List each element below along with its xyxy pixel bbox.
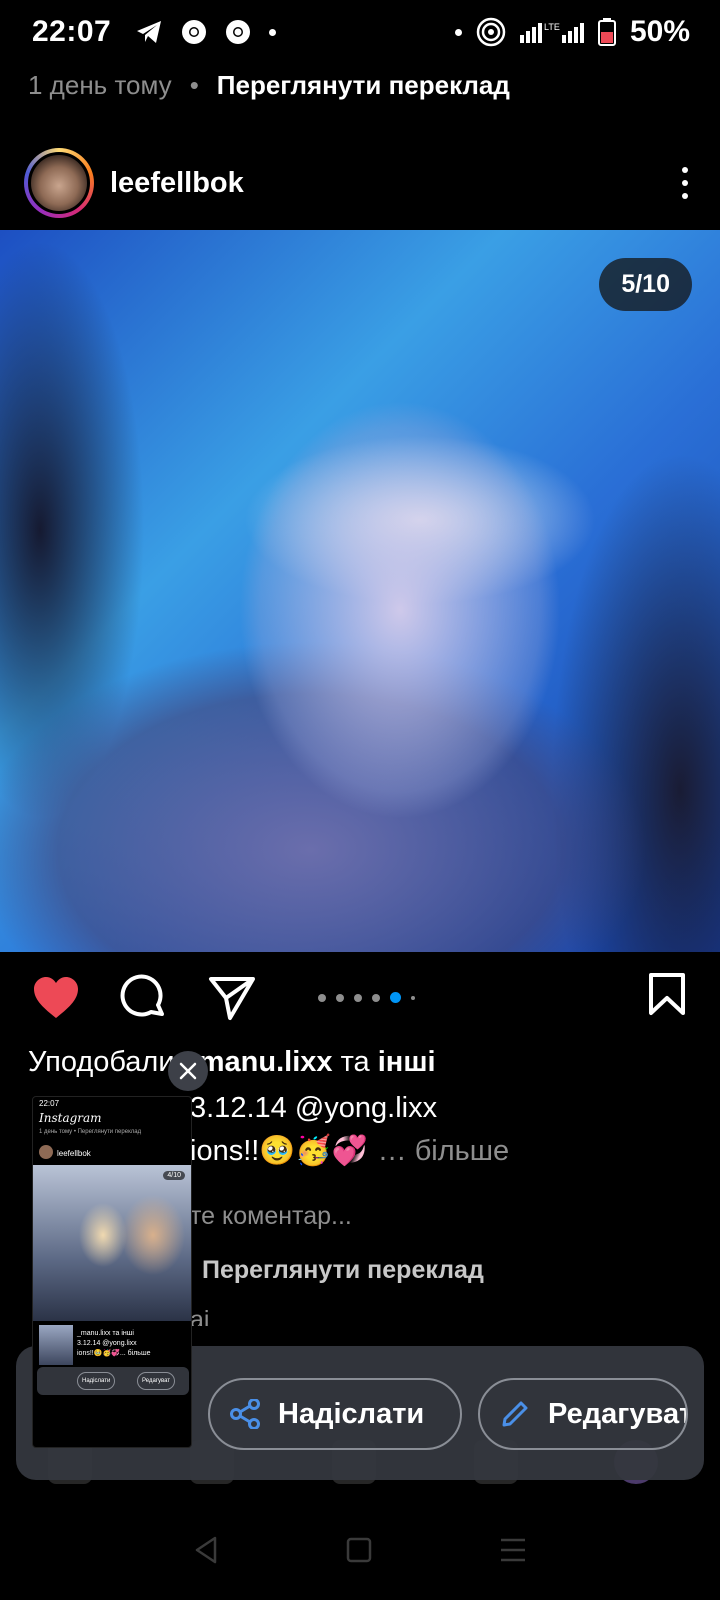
carousel-counter: 5/10 (599, 258, 692, 311)
thumb-avatar (39, 1145, 53, 1159)
thumb-mini-image (39, 1325, 73, 1365)
more-notifications-icon (269, 28, 277, 36)
chrome-icon (182, 20, 207, 44)
thumb-caption-a: _manu.lixx та інші (77, 1330, 134, 1337)
add-comment-input[interactable]: те коментар... (190, 1202, 352, 1231)
send-label: Надіслати (278, 1397, 425, 1430)
thumb-caption-c: ions!!🥹🥳💞... більше (77, 1350, 151, 1357)
likes-others[interactable]: інші (378, 1046, 436, 1078)
back-icon[interactable] (193, 1536, 219, 1564)
thumb-counter: 4/10 (163, 1171, 185, 1180)
post-username[interactable]: leefellbok (110, 167, 244, 200)
carousel-dot (411, 995, 415, 1000)
edit-button[interactable]: Редагуват (478, 1378, 688, 1450)
more-link[interactable]: … більше (378, 1135, 510, 1168)
signal-icon: LTE (519, 22, 584, 43)
home-button-icon[interactable] (346, 1537, 372, 1563)
carousel-dot (372, 993, 380, 1002)
previous-post-meta: 1 день тому • Переглянути переклад (28, 70, 510, 101)
caption-line-2: ions!!🥹🥳💞 … більше (190, 1134, 509, 1168)
close-thumbnail-icon[interactable] (168, 1051, 208, 1091)
carousel-dot (336, 993, 344, 1002)
thumb-edit-label: Редагуват (137, 1372, 176, 1390)
truncated-text: ai (190, 1306, 210, 1326)
caption-text: ions!!🥹🥳💞 (190, 1135, 368, 1167)
notification-icons (135, 19, 277, 45)
carousel-dot (318, 993, 326, 1002)
status-bar: 22:07 LTE 50% (0, 0, 720, 64)
edit-label: Редагуват (548, 1397, 688, 1430)
system-navigation-bar (0, 1500, 720, 1600)
avatar (28, 152, 90, 214)
telegram-icon (137, 21, 162, 43)
thumb-send-label: Надіслати (77, 1372, 116, 1390)
status-right: LTE 50% (454, 15, 690, 49)
likes-conjunction: та (340, 1046, 370, 1078)
thumb-status-time: 22:07 (39, 1099, 60, 1108)
thumb-photo (33, 1165, 191, 1321)
post-header: leefellbok (0, 140, 720, 226)
bookmark-icon[interactable] (648, 972, 686, 1021)
screenshot-thumbnail[interactable]: 22:07 Instagram 1 день тому • Переглянут… (32, 1096, 192, 1448)
caption-line-1: 3.12.14 @yong.lixx (190, 1092, 438, 1124)
post-photo[interactable]: 5/10 (0, 230, 720, 952)
battery-icon (597, 18, 616, 46)
thumb-username: leefellbok (57, 1149, 91, 1158)
thumb-brand: Instagram (39, 1111, 102, 1125)
see-translation-link[interactable]: Переглянути переклад (217, 70, 510, 101)
send-button[interactable]: Надіслати (208, 1378, 462, 1450)
avatar-story-ring[interactable] (24, 148, 94, 218)
network-type: LTE (544, 22, 560, 32)
time-ago: 1 день тому (28, 70, 172, 100)
carousel-dots (318, 992, 415, 1003)
status-time: 22:07 (32, 15, 112, 48)
chrome-icon (226, 20, 251, 44)
notification-dot-icon (454, 28, 462, 36)
like-heart-icon[interactable] (30, 972, 82, 1024)
hotspot-icon (476, 17, 506, 47)
likes-prefix: Уподобали (28, 1046, 175, 1078)
thumb-caption-b: 3.12.14 @yong.lixx (77, 1340, 137, 1347)
carousel-dot (354, 993, 362, 1002)
separator: • (189, 70, 199, 100)
thumb-subline: 1 день тому • Переглянути переклад (39, 1129, 142, 1135)
battery-percent: 50% (629, 15, 690, 48)
recents-icon[interactable] (499, 1537, 527, 1563)
pencil-icon (500, 1399, 530, 1429)
thumb-caption: _manu.lixx та інші 3.12.14 @yong.lixx io… (77, 1329, 150, 1359)
more-options-icon[interactable] (682, 167, 688, 199)
comment-icon[interactable] (118, 972, 170, 1024)
share-nodes-icon (230, 1399, 260, 1429)
likes-line[interactable]: Уподобали _manu.lixx та інші (28, 1046, 436, 1079)
share-send-icon[interactable] (206, 972, 258, 1024)
see-translation-link[interactable]: Переглянути переклад (202, 1256, 484, 1285)
carousel-dot (390, 992, 401, 1003)
